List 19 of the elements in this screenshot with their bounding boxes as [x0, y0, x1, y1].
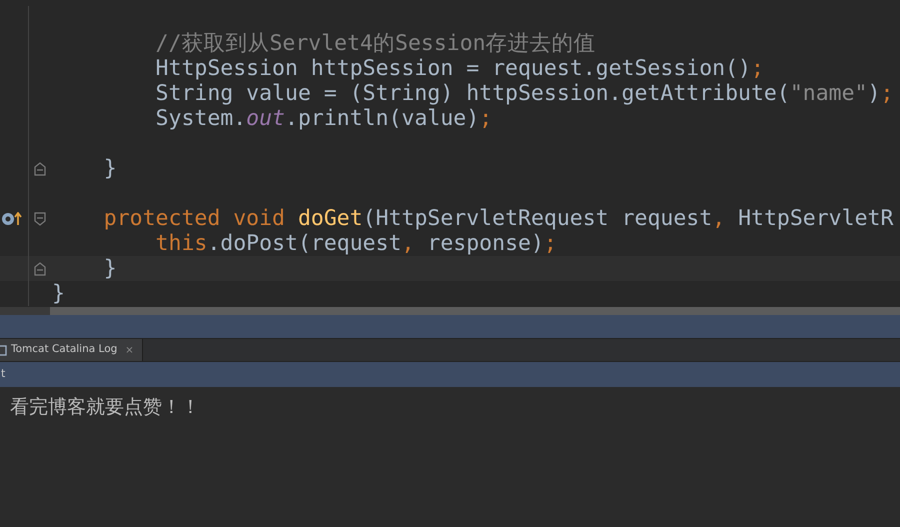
- code-line: System.out.println(value);: [154, 106, 492, 131]
- code-line: HttpSession httpSession = request.getSession();: [154, 56, 764, 81]
- console-output: 看完博客就要点赞！！: [10, 396, 200, 418]
- code-line: String value = (String) httpSession.getAttribute("name");: [154, 81, 894, 106]
- code-line: //获取到从Servlet4的Session存进去的值: [154, 31, 596, 56]
- tab-label: Tomcat Catalina Log: [11, 342, 118, 358]
- fold-icon[interactable]: [34, 212, 46, 226]
- code-line: }: [102, 156, 117, 181]
- toolbar-text: t: [1, 366, 6, 382]
- code-line: }: [102, 256, 117, 281]
- fold-icon[interactable]: [34, 262, 46, 276]
- override-icon[interactable]: [1, 212, 23, 226]
- code-line: protected void doGet(HttpServletRequest request, HttpServletR: [102, 206, 894, 231]
- scrollbar[interactable]: [50, 307, 900, 315]
- log-tab[interactable]: Tomcat Catalina Log ×: [0, 339, 143, 361]
- fold-icon[interactable]: [34, 162, 46, 176]
- code-line: this.doPost(request, response);: [154, 231, 557, 256]
- log-icon: [0, 344, 7, 356]
- code-line: }: [52, 281, 65, 306]
